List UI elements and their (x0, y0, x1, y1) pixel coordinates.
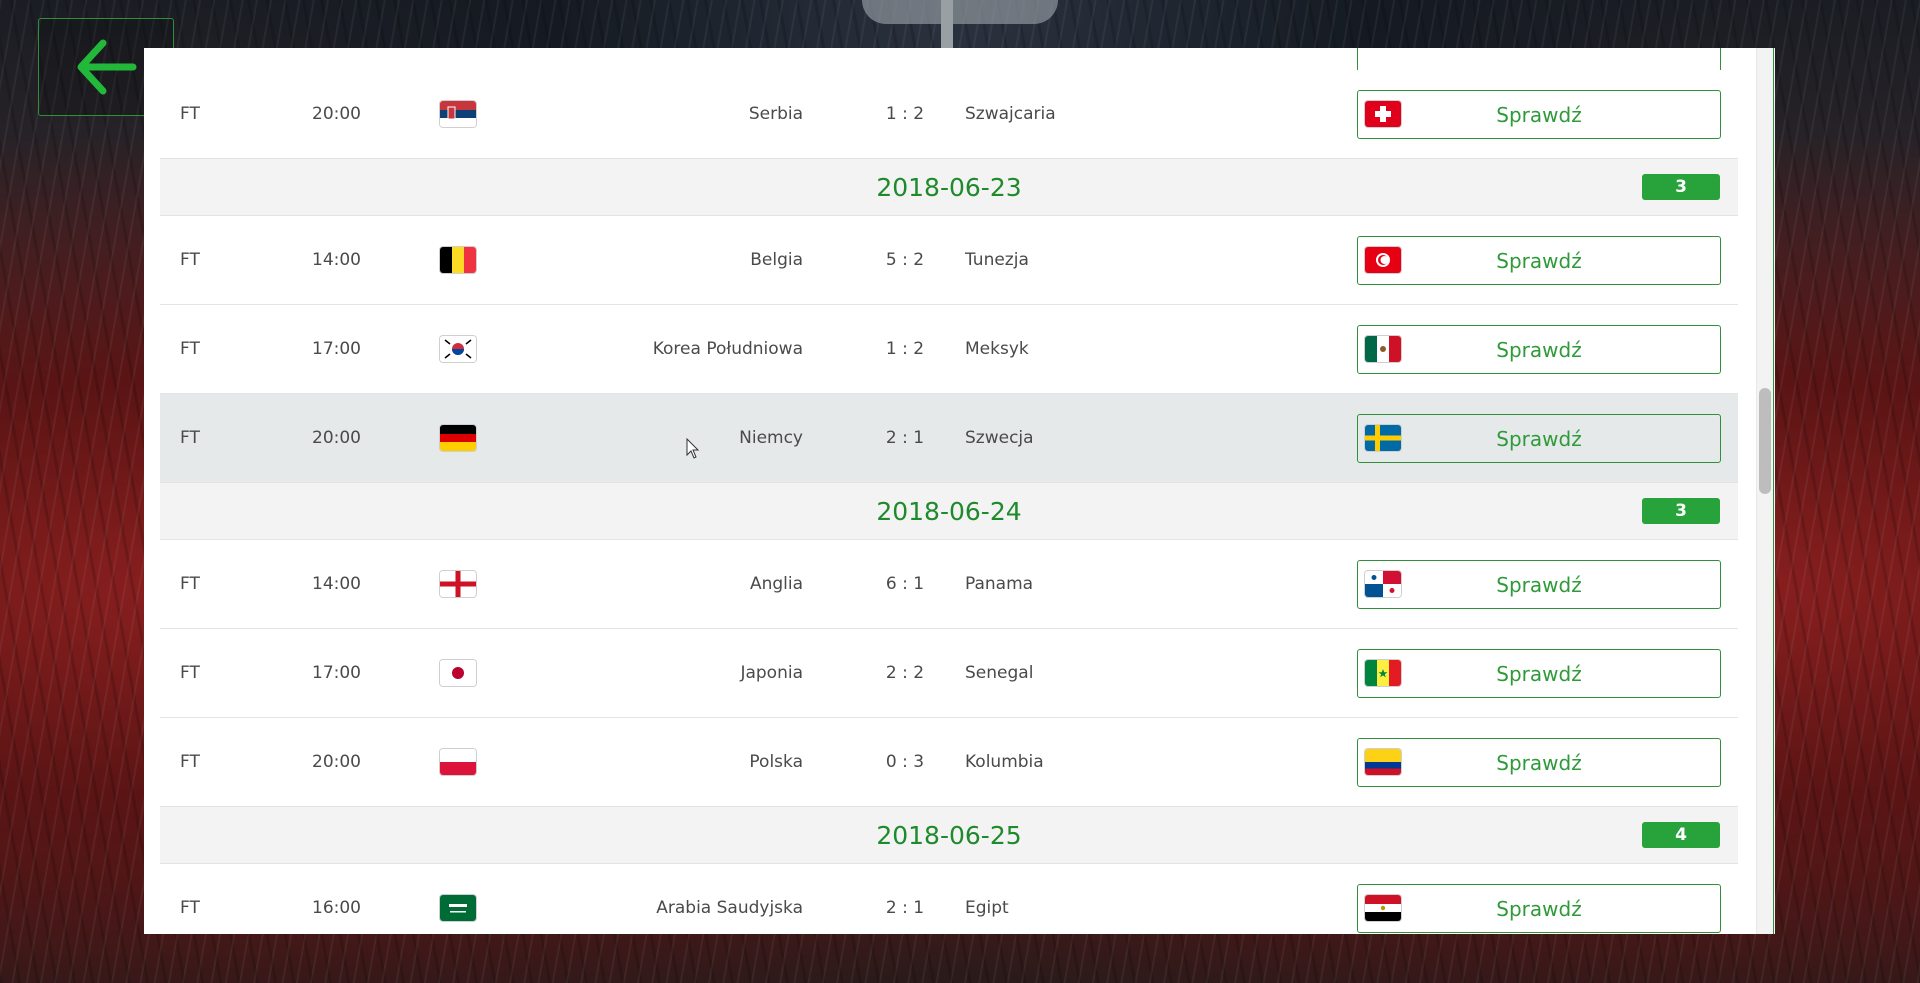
match-row[interactable]: FT 20:00 Serbia 1 : 2 Szwajcaria Sprawdź (160, 70, 1738, 159)
home-team: Polska (749, 752, 803, 772)
away-team: Meksyk (965, 339, 1029, 359)
home-team: Serbia (748, 104, 803, 124)
match-time: 16:00 (312, 898, 361, 918)
saudi-arabia-flag-icon (440, 895, 476, 921)
date-header: 2018-06-23 3 (160, 159, 1738, 216)
match-score: 0 : 3 (885, 752, 925, 772)
match-row[interactable]: FT 14:00 Anglia 6 : 1 Panama Sprawdź (160, 540, 1738, 629)
match-time: 20:00 (312, 104, 361, 124)
stadium-pole (941, 0, 953, 48)
match-count-badge: 3 (1642, 498, 1720, 524)
check-button[interactable]: Sprawdź (1357, 560, 1721, 609)
match-row[interactable]: FT 16:00 Arabia Saudyjska 2 : 1 Egipt Sprawdź (160, 864, 1738, 934)
match-time: 17:00 (312, 663, 361, 683)
match-score: 5 : 2 (885, 250, 925, 270)
home-team: Belgia (750, 250, 803, 270)
south-korea-flag-icon (440, 336, 476, 362)
date-label: 2018-06-24 (876, 496, 1022, 526)
stadium-roof (862, 0, 1058, 24)
match-time: 14:00 (312, 574, 361, 594)
date-header: 2018-06-25 4 (160, 807, 1738, 864)
match-score: 2 : 1 (885, 898, 925, 918)
date-label: 2018-06-23 (876, 172, 1022, 202)
match-row[interactable]: FT 17:00 Japonia 2 : 2 Senegal Sprawdź (160, 629, 1738, 718)
match-score: 2 : 1 (885, 428, 925, 448)
away-team: Tunezja (965, 250, 1029, 270)
panel-border (1756, 48, 1774, 934)
away-team: Egipt (965, 898, 1009, 918)
check-button[interactable]: Sprawdź (1357, 738, 1721, 787)
england-flag-icon (440, 571, 476, 597)
match-status: FT (180, 574, 200, 594)
match-count-badge: 4 (1642, 822, 1720, 848)
check-button[interactable]: Sprawdź (1357, 414, 1721, 463)
japan-flag-icon (440, 660, 476, 686)
match-status: FT (180, 663, 200, 683)
away-team: Szwecja (965, 428, 1034, 448)
date-label: 2018-06-25 (876, 820, 1022, 850)
home-team: Niemcy (739, 428, 803, 448)
match-status: FT (180, 250, 200, 270)
arrow-left-icon (77, 39, 137, 95)
match-status: FT (180, 428, 200, 448)
match-time: 17:00 (312, 339, 361, 359)
away-team: Kolumbia (965, 752, 1044, 772)
check-button[interactable]: Sprawdź (1357, 884, 1721, 933)
match-time: 14:00 (312, 250, 361, 270)
check-button[interactable]: Sprawdź (1357, 325, 1721, 374)
match-score: 1 : 2 (885, 339, 925, 359)
match-score: 1 : 2 (885, 104, 925, 124)
match-list: FT 20:00 Serbia 1 : 2 Szwajcaria Sprawdź 2018-… (160, 48, 1738, 934)
away-team: Senegal (965, 663, 1034, 683)
match-score: 6 : 1 (885, 574, 925, 594)
match-count-badge: 3 (1642, 174, 1720, 200)
home-team: Arabia Saudyjska (656, 898, 803, 918)
away-team: Panama (965, 574, 1034, 594)
belgium-flag-icon (440, 247, 476, 273)
date-header: 2018-06-24 3 (160, 483, 1738, 540)
home-team: Japonia (740, 663, 803, 683)
check-button[interactable]: Sprawdź (1357, 649, 1721, 698)
matches-panel: FT 20:00 Serbia 1 : 2 Szwajcaria Sprawdź 2018-… (144, 48, 1774, 934)
check-button[interactable]: Sprawdź (1357, 90, 1721, 139)
match-status: FT (180, 104, 200, 124)
match-time: 20:00 (312, 752, 361, 772)
match-row[interactable]: FT 20:00 Polska 0 : 3 Kolumbia Sprawdź (160, 718, 1738, 807)
serbia-flag-icon (440, 101, 476, 127)
match-score: 2 : 2 (885, 663, 925, 683)
check-button[interactable]: Sprawdź (1357, 236, 1721, 285)
match-time: 20:00 (312, 428, 361, 448)
match-row[interactable]: FT 14:00 Belgia 5 : 2 Tunezja Sprawdź (160, 216, 1738, 305)
mouse-cursor-icon (686, 438, 700, 459)
away-team: Szwajcaria (965, 104, 1056, 124)
match-status: FT (180, 339, 200, 359)
match-status: FT (180, 752, 200, 772)
germany-flag-icon (440, 425, 476, 451)
match-status: FT (180, 898, 200, 918)
poland-flag-icon (440, 749, 476, 775)
match-row[interactable]: FT 20:00 Niemcy 2 : 1 Szwecja Sprawdź (160, 394, 1738, 483)
home-team: Anglia (749, 574, 803, 594)
match-row[interactable]: FT 17:00 Korea Południowa 1 : 2 Meksyk Sprawd… (160, 305, 1738, 394)
home-team: Korea Południowa (652, 339, 803, 359)
